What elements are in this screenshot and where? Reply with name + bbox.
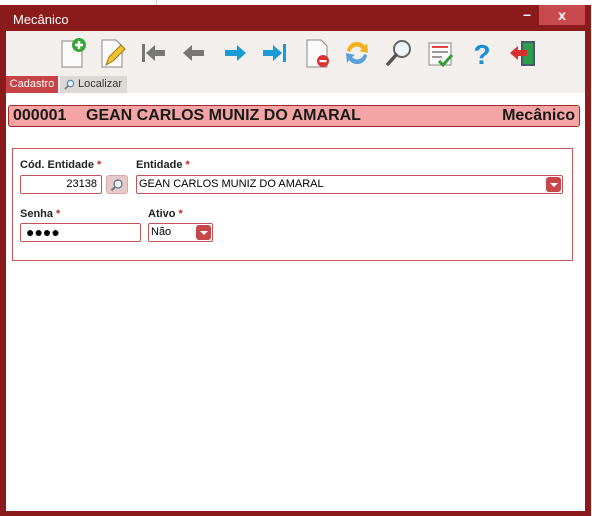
delete-record-icon	[306, 39, 329, 68]
delete-record-button[interactable]	[301, 37, 333, 69]
senha-field[interactable]: ●●●●	[20, 223, 141, 242]
svg-text:?: ?	[473, 39, 490, 69]
cod-entidade-label-text: Cód. Entidade	[20, 159, 94, 171]
previous-record-button[interactable]	[178, 37, 210, 69]
required-mark: *	[185, 159, 190, 171]
edit-record-button[interactable]	[96, 37, 128, 69]
toolbar: ?	[6, 31, 585, 76]
client-area: ? Cadastro Localizar 000001 GEAN CARLOS …	[6, 31, 585, 511]
entidade-label: Entidade *	[136, 159, 190, 171]
first-record-icon	[142, 44, 165, 62]
new-record-icon	[61, 38, 86, 68]
search-icon	[386, 40, 411, 66]
record-name: GEAN CARLOS MUNIZ DO AMARAL	[86, 107, 361, 124]
ativo-label: Ativo *	[148, 208, 183, 220]
search-icon	[110, 179, 123, 192]
record-code: 000001	[13, 107, 67, 124]
tab-strip: Cadastro Localizar	[6, 76, 585, 93]
exit-icon	[510, 41, 535, 66]
first-record-button[interactable]	[137, 37, 169, 69]
edit-record-icon	[101, 39, 126, 68]
ativo-value: Não	[151, 226, 172, 238]
previous-record-icon	[183, 45, 204, 61]
tab-cadastro[interactable]: Cadastro	[6, 76, 58, 93]
last-record-icon	[263, 44, 286, 62]
entidade-select[interactable]: GEAN CARLOS MUNIZ DO AMARAL	[136, 175, 563, 194]
chevron-down-icon[interactable]	[196, 225, 211, 240]
magnifier-icon	[64, 79, 75, 90]
report-button[interactable]	[424, 37, 456, 69]
next-record-button[interactable]	[219, 37, 251, 69]
required-mark: *	[56, 208, 61, 220]
form-panel: Cód. Entidade * 23138 Entidade * GEAN CARL…	[12, 148, 573, 261]
entidade-label-text: Entidade	[136, 159, 183, 171]
password-dots: ●●●●	[26, 224, 60, 240]
record-header: 000001 GEAN CARLOS MUNIZ DO AMARAL Mecân…	[8, 105, 580, 127]
minimize-button[interactable]: –	[516, 7, 538, 26]
cod-entidade-label: Cód. Entidade *	[20, 159, 101, 171]
report-checklist-icon	[428, 42, 454, 68]
chevron-down-icon[interactable]	[546, 177, 561, 192]
refresh-button[interactable]	[341, 37, 373, 69]
senha-label: Senha *	[20, 208, 60, 220]
exit-button[interactable]	[507, 37, 539, 69]
window-frame: Mecânico – x ? Cadastro Localizar 000001…	[0, 5, 591, 516]
title-bar[interactable]: Mecânico – x	[0, 5, 591, 31]
new-record-button[interactable]	[56, 37, 88, 69]
next-record-icon	[225, 45, 246, 61]
window-title: Mecânico	[13, 12, 69, 27]
help-button[interactable]: ?	[466, 37, 498, 69]
entidade-value: GEAN CARLOS MUNIZ DO AMARAL	[139, 178, 324, 190]
ativo-select[interactable]: Não	[148, 223, 213, 242]
entity-search-button[interactable]	[106, 175, 128, 194]
refresh-icon	[346, 41, 368, 65]
close-button[interactable]: x	[539, 5, 585, 25]
tab-localizar[interactable]: Localizar	[60, 76, 127, 93]
ativo-label-text: Ativo	[148, 208, 176, 220]
tab-localizar-label: Localizar	[78, 78, 123, 90]
required-mark: *	[96, 159, 102, 171]
senha-label-text: Senha	[20, 208, 54, 220]
search-button[interactable]	[383, 37, 415, 69]
help-icon: ?	[473, 39, 490, 69]
record-type: Mecânico	[502, 107, 575, 124]
last-record-button[interactable]	[259, 37, 291, 69]
required-mark: *	[178, 208, 183, 220]
cod-entidade-input[interactable]: 23138	[20, 175, 102, 194]
